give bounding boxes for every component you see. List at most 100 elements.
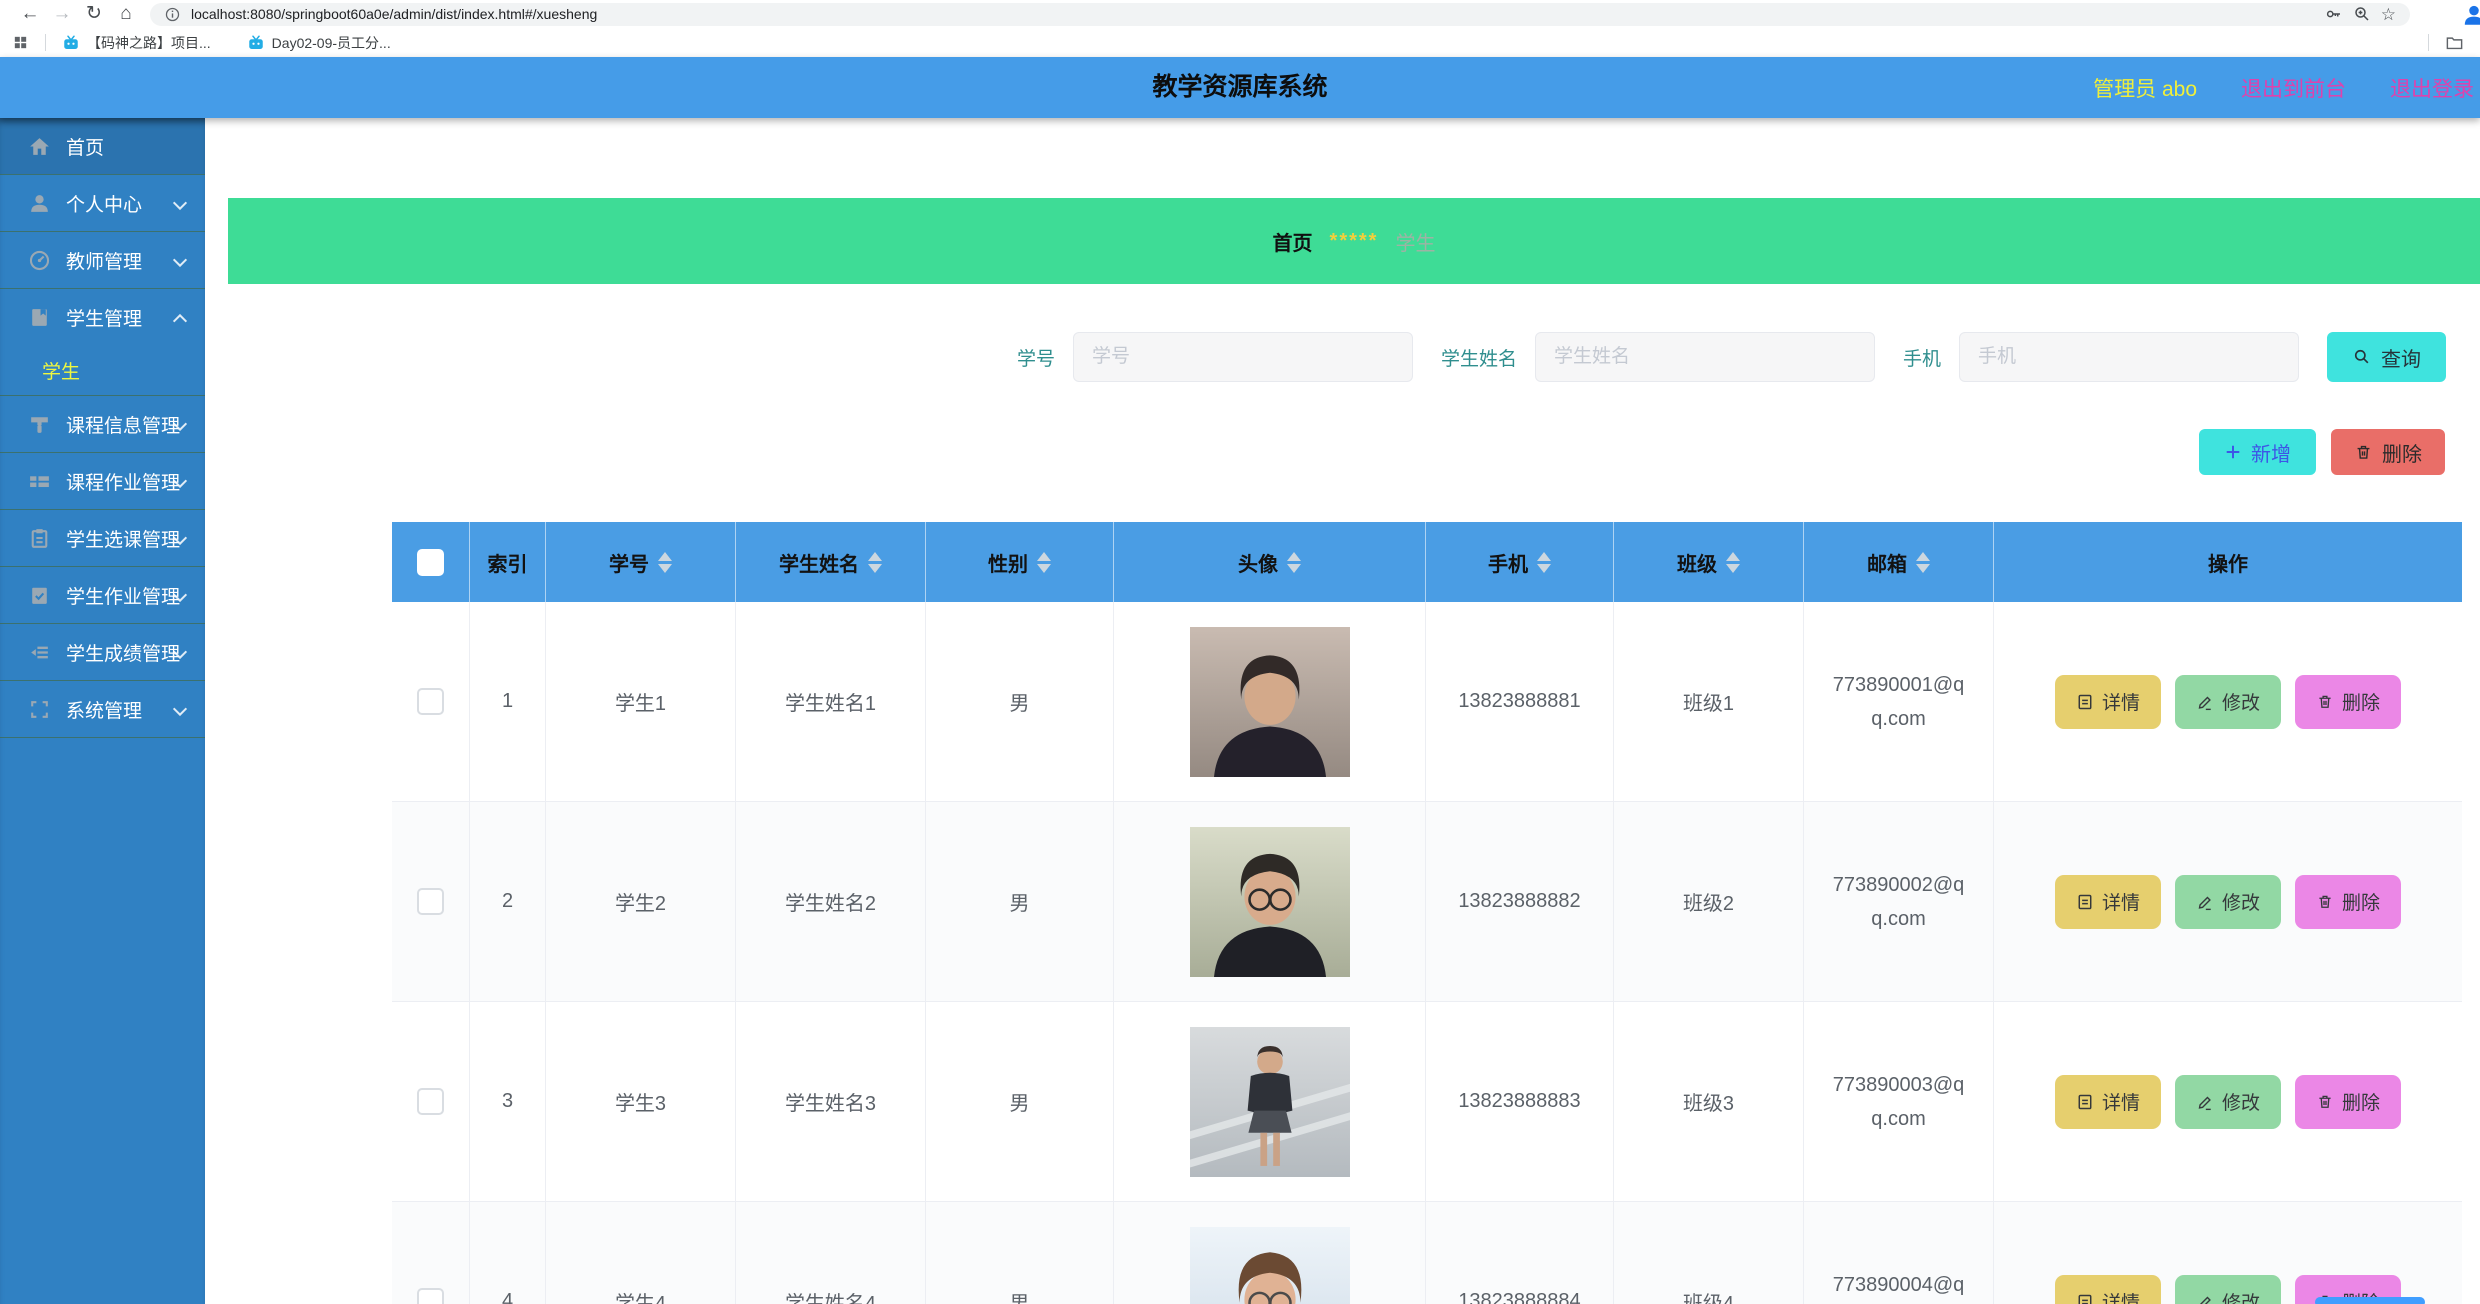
sidebar-item-student-score-mgmt[interactable]: 学生成绩管理 bbox=[0, 624, 205, 680]
bookmark-star-icon[interactable]: ☆ bbox=[2381, 6, 2396, 23]
detail-button[interactable]: 详情 bbox=[2054, 1074, 2161, 1129]
breadcrumb-home[interactable]: 首页 bbox=[1273, 227, 1313, 256]
sidebar-item-label: 个人中心 bbox=[66, 194, 143, 216]
col-header-actions: 操作 bbox=[2208, 553, 2248, 576]
bilibili-tv-icon bbox=[64, 35, 78, 49]
delete-button[interactable]: 删除 bbox=[2331, 429, 2445, 475]
current-user-label: 管理员 abo bbox=[2093, 77, 2197, 101]
sidebar-item-course-select-mgmt[interactable]: 学生选课管理 bbox=[0, 510, 205, 566]
bookmarks-separator bbox=[2428, 34, 2429, 51]
col-header-student-no[interactable]: 学号 bbox=[546, 522, 736, 602]
student-name-input[interactable] bbox=[1534, 332, 1875, 382]
edit-button[interactable]: 修改 bbox=[2174, 874, 2281, 929]
cell-class: 班级1 bbox=[1614, 602, 1804, 802]
row-checkbox[interactable] bbox=[417, 1288, 444, 1304]
cell-name: 学生姓名2 bbox=[736, 802, 926, 1002]
exit-to-front-link[interactable]: 退出到前台 bbox=[2241, 73, 2346, 103]
cell-actions: 详情 修改 删除 bbox=[1994, 1002, 2462, 1202]
query-button[interactable]: 查询 bbox=[2327, 332, 2446, 382]
sort-icons[interactable] bbox=[1726, 551, 1740, 573]
cell-index: 1 bbox=[470, 602, 546, 802]
col-header-name[interactable]: 学生姓名 bbox=[736, 522, 926, 602]
cell-phone: 13823888881 bbox=[1426, 602, 1614, 802]
col-header-phone[interactable]: 手机 bbox=[1426, 522, 1614, 602]
horizontal-scrollbar-thumb[interactable] bbox=[2315, 1297, 2425, 1304]
blocks-icon bbox=[27, 469, 52, 494]
sort-icons[interactable] bbox=[1916, 551, 1930, 573]
app-header: 教学资源库系统 管理员 abo 退出到前台 退出登录 bbox=[0, 57, 2480, 118]
edit-button[interactable]: 修改 bbox=[2174, 674, 2281, 729]
sort-icons[interactable] bbox=[1537, 551, 1551, 573]
clipboard-check-icon bbox=[27, 583, 52, 608]
address-bar[interactable]: localhost:8080/springboot60a0e/admin/dis… bbox=[150, 2, 2410, 26]
select-all-header[interactable] bbox=[392, 522, 470, 602]
edit-button[interactable]: 修改 bbox=[2174, 1274, 2281, 1304]
site-info-icon[interactable] bbox=[164, 6, 181, 23]
sidebar-item-label: 首页 bbox=[66, 137, 105, 159]
sort-icons[interactable] bbox=[1287, 551, 1301, 573]
sidebar-item-course-homework-mgmt[interactable]: 课程作业管理 bbox=[0, 453, 205, 509]
col-header-email[interactable]: 邮箱 bbox=[1804, 522, 1994, 602]
reload-icon[interactable]: ↻ bbox=[78, 0, 110, 28]
password-key-icon[interactable] bbox=[2325, 5, 2343, 23]
table-toolbar: 新增 删除 bbox=[2199, 429, 2445, 475]
sidebar-item-personal-center[interactable]: 个人中心 bbox=[0, 175, 205, 231]
sidebar-subitem-student[interactable]: 学生 bbox=[0, 345, 205, 395]
sidebar-item-home[interactable]: 首页 bbox=[0, 118, 205, 174]
sidebar-item-course-info-mgmt[interactable]: 课程信息管理 bbox=[0, 396, 205, 452]
row-delete-button[interactable]: 删除 bbox=[2295, 674, 2402, 729]
detail-button[interactable]: 详情 bbox=[2054, 874, 2161, 929]
student-no-input[interactable] bbox=[1072, 332, 1413, 382]
sort-icons[interactable] bbox=[868, 551, 882, 573]
zoom-icon[interactable] bbox=[2353, 5, 2371, 23]
sidebar-item-label: 课程作业管理 bbox=[66, 472, 181, 494]
row-delete-button[interactable]: 删除 bbox=[2295, 874, 2402, 929]
screen: ← → ↻ ⌂ localhost:8080/springboot60a0e/a… bbox=[0, 0, 2480, 1304]
select-all-checkbox[interactable] bbox=[417, 548, 444, 576]
cell-class: 班级2 bbox=[1614, 802, 1804, 1002]
bookmark-item[interactable]: 【码神之路】项目... bbox=[62, 33, 211, 53]
cell-email: 773890002@qq.com bbox=[1804, 802, 1994, 1002]
row-checkbox[interactable] bbox=[417, 888, 444, 915]
forward-icon[interactable]: → bbox=[46, 0, 78, 28]
sort-icons[interactable] bbox=[1037, 551, 1051, 573]
col-header-class[interactable]: 班级 bbox=[1614, 522, 1804, 602]
cell-phone: 13823888882 bbox=[1426, 802, 1614, 1002]
add-button[interactable]: 新增 bbox=[2199, 429, 2316, 475]
sidebar-item-system-mgmt[interactable]: 系统管理 bbox=[0, 681, 205, 737]
header-right: 管理员 abo 退出到前台 退出登录 bbox=[2093, 57, 2474, 118]
cell-index: 2 bbox=[470, 802, 546, 1002]
back-icon[interactable]: ← bbox=[14, 0, 46, 28]
cell-email: 773890004@qq.com bbox=[1804, 1202, 1994, 1304]
cell-index: 3 bbox=[470, 1002, 546, 1202]
profile-avatar-icon[interactable] bbox=[2461, 2, 2480, 28]
detail-button[interactable]: 详情 bbox=[2054, 674, 2161, 729]
detail-button[interactable]: 详情 bbox=[2054, 1274, 2161, 1304]
cell-student-no: 学生3 bbox=[546, 1002, 736, 1202]
home-icon[interactable]: ⌂ bbox=[110, 0, 142, 28]
row-checkbox[interactable] bbox=[417, 1088, 444, 1115]
student-photo bbox=[1189, 1226, 1350, 1304]
sidebar-item-student-mgmt[interactable]: 学生管理 bbox=[0, 289, 205, 345]
cell-avatar bbox=[1114, 1202, 1426, 1304]
col-header-index: 索引 bbox=[470, 522, 546, 602]
table-header-row: 索引 学号 学生姓名 性别 头像 手机 班级 邮箱 操作 bbox=[392, 522, 2462, 602]
logout-link[interactable]: 退出登录 bbox=[2390, 73, 2474, 103]
bookmark-item[interactable]: Day02-09-员工分... bbox=[247, 33, 391, 53]
cell-gender: 男 bbox=[926, 1002, 1114, 1202]
col-header-gender[interactable]: 性别 bbox=[926, 522, 1114, 602]
phone-input[interactable] bbox=[1959, 332, 2299, 382]
sidebar-item-teacher-mgmt[interactable]: 教师管理 bbox=[0, 232, 205, 288]
sort-icons[interactable] bbox=[658, 551, 672, 573]
cell-student-no: 学生4 bbox=[546, 1202, 736, 1304]
other-bookmarks-folder-icon[interactable] bbox=[2445, 33, 2464, 52]
row-delete-button[interactable]: 删除 bbox=[2295, 1074, 2402, 1129]
sidebar-item-student-homework-mgmt[interactable]: 学生作业管理 bbox=[0, 567, 205, 623]
row-checkbox[interactable] bbox=[417, 688, 444, 715]
col-header-avatar[interactable]: 头像 bbox=[1114, 522, 1426, 602]
trash-icon bbox=[2319, 895, 2331, 908]
sidebar-item-label: 系统管理 bbox=[66, 700, 143, 722]
apps-grid-icon[interactable] bbox=[12, 34, 29, 51]
search-icon bbox=[2354, 349, 2369, 364]
edit-button[interactable]: 修改 bbox=[2174, 1074, 2281, 1129]
